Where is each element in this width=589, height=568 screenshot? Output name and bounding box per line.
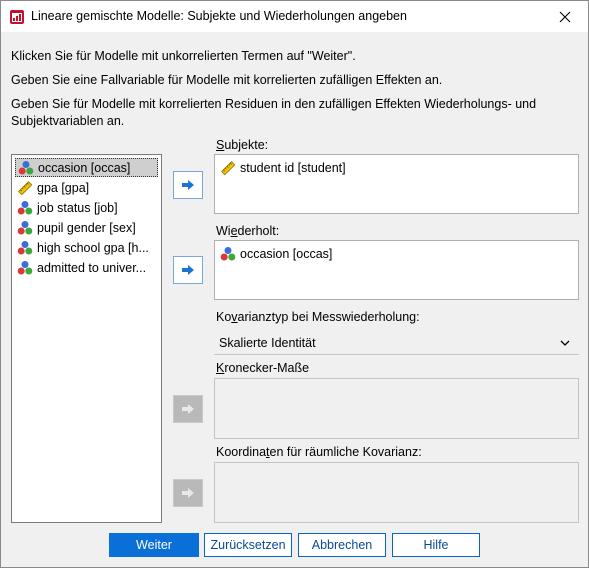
scale-ruler-icon: [220, 160, 236, 176]
arrow-right-icon: [182, 488, 194, 498]
list-item-label: admitted to univer...: [37, 260, 147, 275]
instruction-subject: Geben Sie eine Fallvariable für Modelle …: [11, 73, 443, 87]
list-item[interactable]: pupil gender [sex]: [15, 218, 158, 237]
list-item-label: gpa [gpa]: [37, 180, 90, 195]
list-item-label: job status [job]: [37, 200, 118, 215]
list-item[interactable]: occasion [occas]: [15, 158, 158, 177]
move-to-subjects-button[interactable]: [173, 171, 203, 199]
covariance-type-label: Kovarianztyp bei Messwiederholung:: [216, 310, 420, 324]
repeated-list[interactable]: occasion [occas]: [214, 240, 579, 300]
chevron-down-icon: [560, 340, 570, 346]
continue-button[interactable]: Weiter: [109, 533, 199, 557]
dialog-window: Lineare gemischte Modelle: Subjekte und …: [0, 0, 589, 568]
source-variable-list[interactable]: occasion [occas] gpa [gpa] job status [job…: [11, 154, 162, 523]
nominal-icon: [220, 246, 236, 262]
subjects-list[interactable]: student id [student]: [214, 154, 579, 214]
list-item[interactable]: gpa [gpa]: [15, 178, 158, 197]
arrow-right-icon: [182, 404, 194, 414]
list-item-label: occasion [occas]: [38, 160, 131, 175]
nominal-icon: [18, 160, 34, 176]
close-button[interactable]: [542, 1, 588, 32]
move-to-repeated-button[interactable]: [173, 256, 203, 284]
window-title: Lineare gemischte Modelle: Subjekte und …: [31, 9, 407, 23]
arrow-right-icon: [182, 265, 194, 275]
list-item[interactable]: job status [job]: [15, 198, 158, 217]
close-icon: [559, 11, 571, 22]
arrow-right-icon: [182, 180, 194, 190]
nominal-icon: [17, 260, 33, 276]
move-to-kronecker-button[interactable]: [173, 395, 203, 423]
nominal-icon: [17, 220, 33, 236]
list-item[interactable]: student id [student]: [220, 160, 346, 176]
instruction-correlated: Geben Sie für Modelle mit korrelierten R…: [11, 97, 537, 128]
subjects-label: Subjekte:: [216, 138, 269, 152]
list-item-label: high school gpa [h...: [37, 240, 149, 255]
title-bar: Lineare gemischte Modelle: Subjekte und …: [1, 1, 588, 32]
cancel-button[interactable]: Abbrechen: [298, 533, 386, 557]
list-item-label: pupil gender [sex]: [37, 220, 136, 235]
repeated-label: Wiederholt:: [216, 224, 280, 238]
list-item[interactable]: high school gpa [h...: [15, 238, 158, 257]
nominal-icon: [17, 200, 33, 216]
covariance-type-value: Skalierte Identität: [219, 335, 316, 350]
covariance-type-select[interactable]: Skalierte Identität: [214, 331, 579, 355]
list-item[interactable]: admitted to univer...: [15, 258, 158, 277]
list-item[interactable]: occasion [occas]: [220, 246, 332, 262]
instruction-uncorrelated: Klicken Sie für Modelle mit unkorreliert…: [11, 49, 356, 63]
kronecker-label: Kronecker-Maße: [216, 361, 310, 375]
move-to-coordinates-button[interactable]: [173, 479, 203, 507]
help-button[interactable]: Hilfe: [392, 533, 480, 557]
nominal-icon: [17, 240, 33, 256]
scale-ruler-icon: [17, 180, 33, 196]
app-icon: [9, 9, 25, 25]
spatial-coordinates-list[interactable]: [214, 462, 579, 523]
spatial-coordinates-label: Koordinaten für räumliche Kovarianz:: [216, 445, 422, 459]
reset-button[interactable]: Zurücksetzen: [204, 533, 292, 557]
kronecker-list[interactable]: [214, 378, 579, 439]
